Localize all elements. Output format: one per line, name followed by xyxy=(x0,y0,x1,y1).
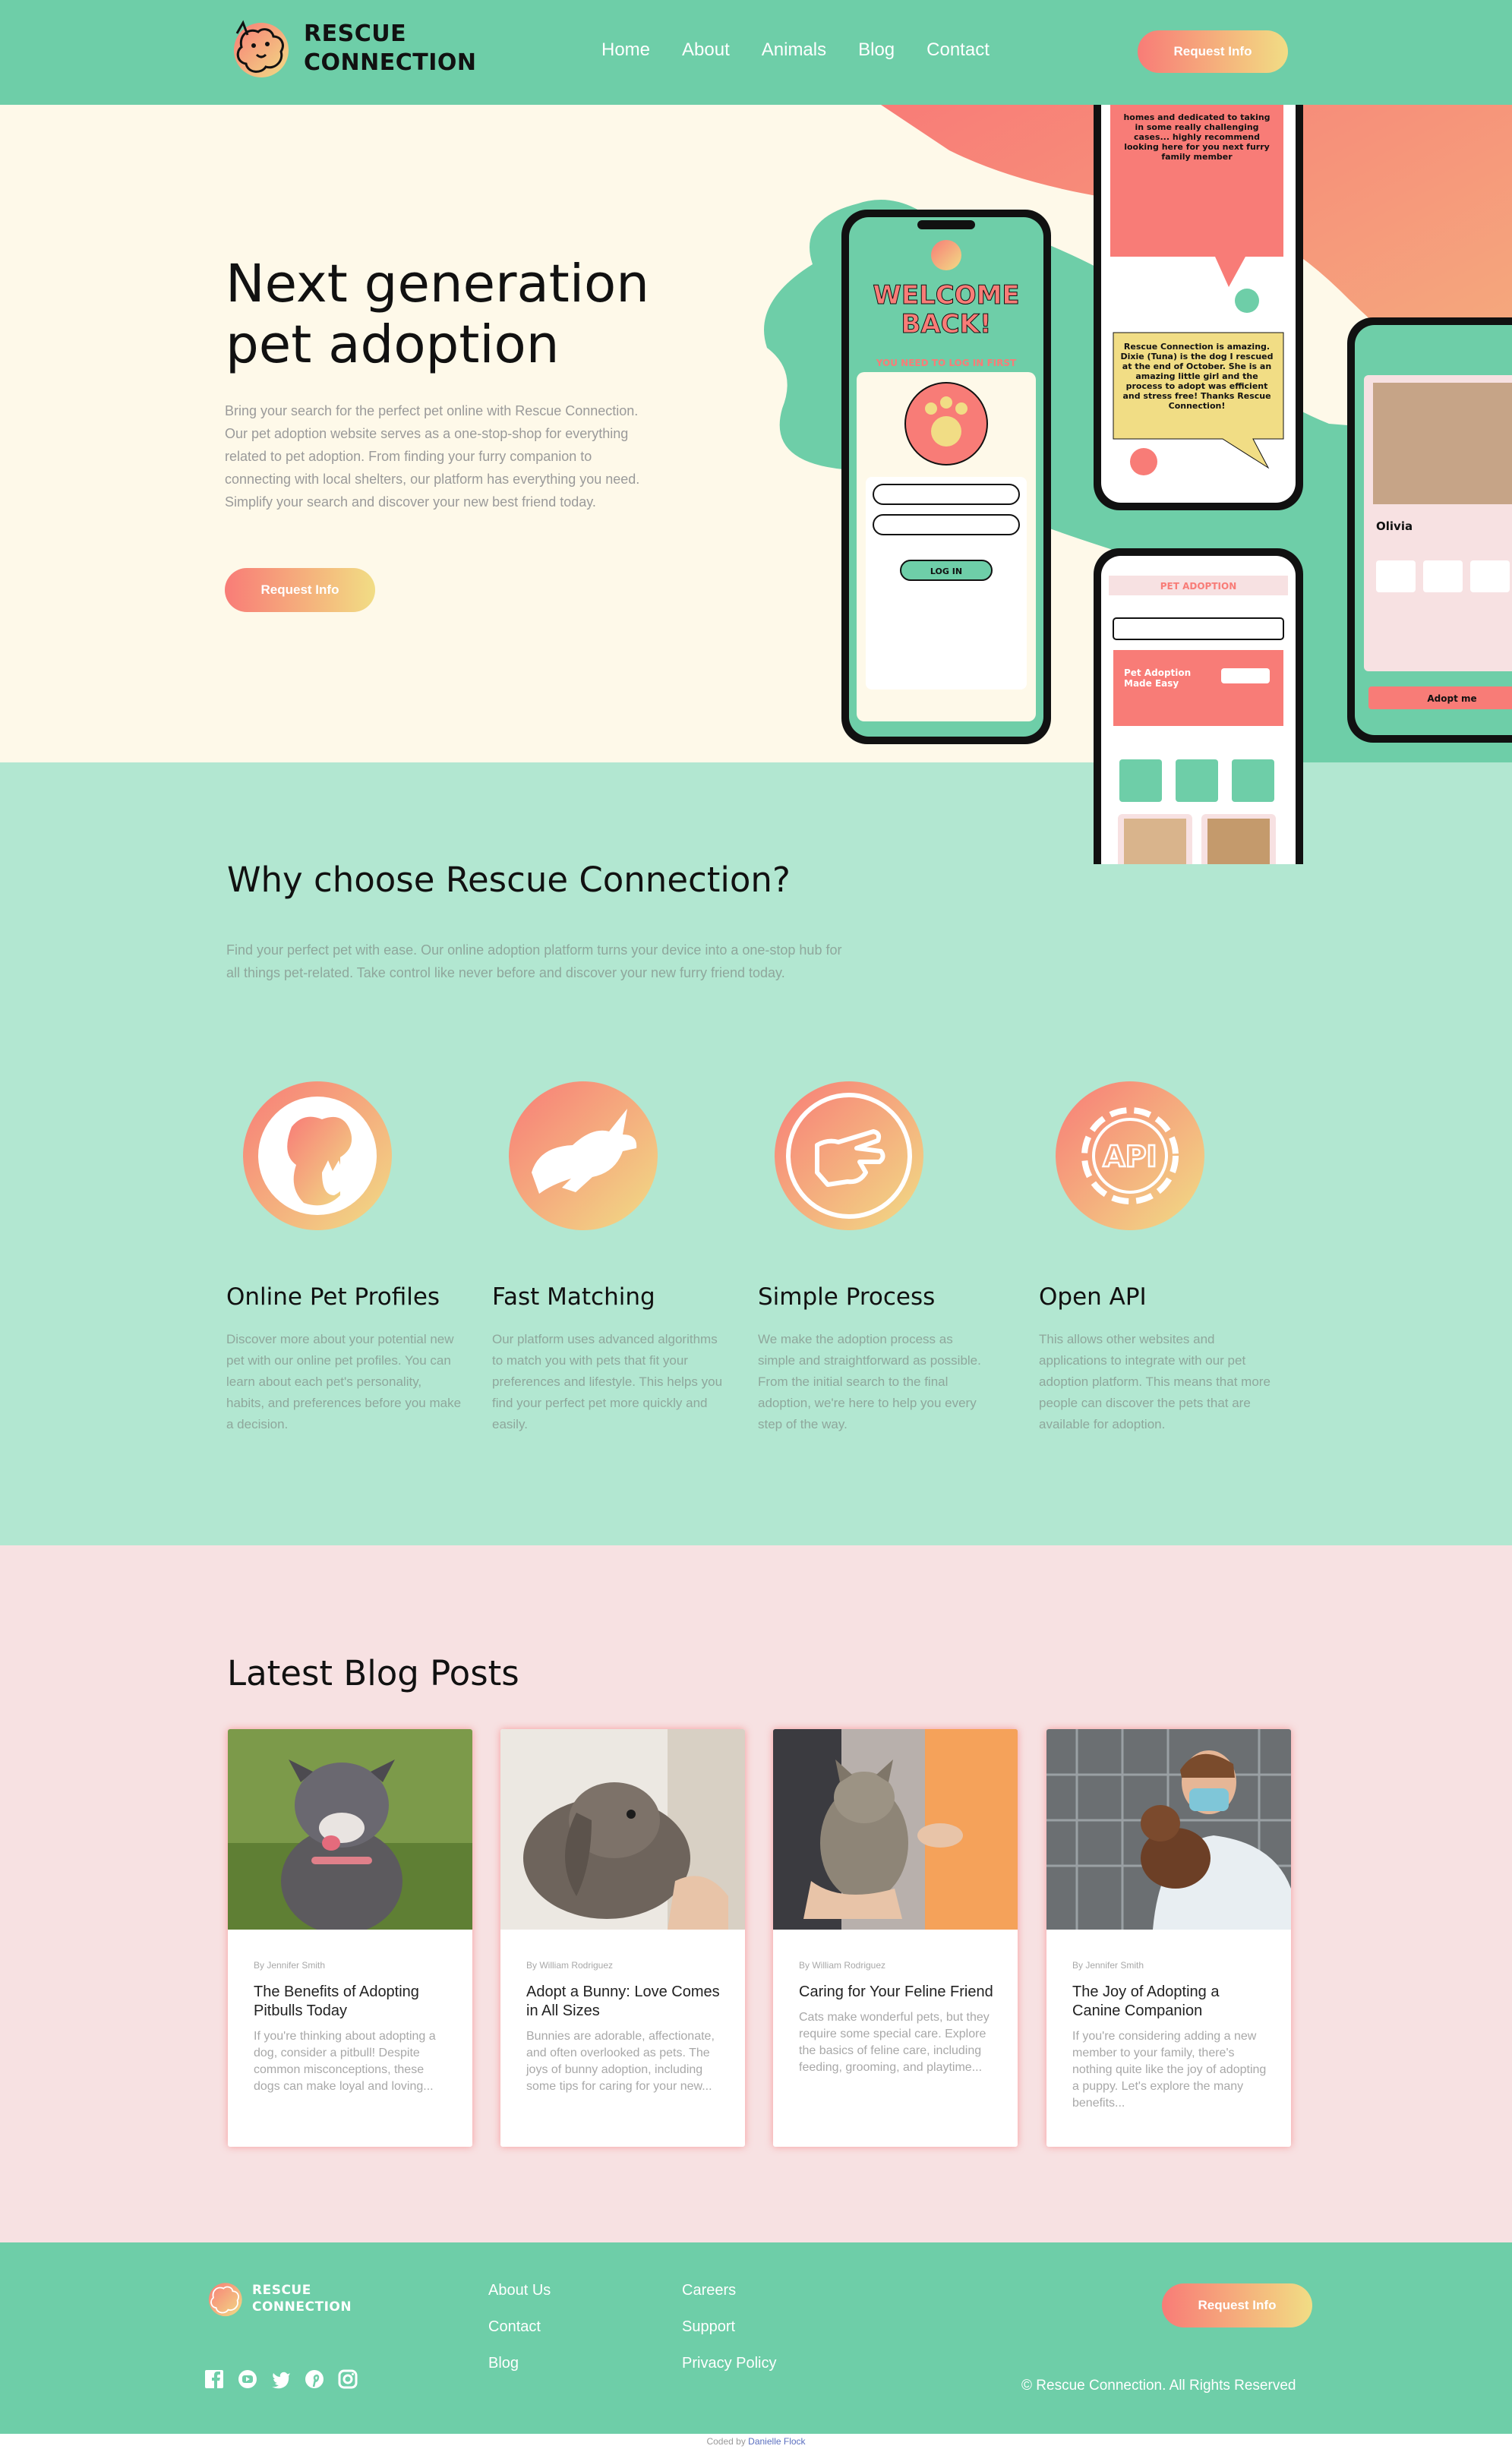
credit-bar: Coded by Danielle Flock xyxy=(0,2434,1512,2449)
footer-link-about-us[interactable]: About Us xyxy=(488,2282,551,2299)
svg-text:homes and dedicated to takingi: homes and dedicated to taking in some rea… xyxy=(1123,112,1270,162)
footer-link-contact[interactable]: Contact xyxy=(488,2318,551,2335)
rabbit-icon xyxy=(509,1081,658,1230)
site-header: RESCUE CONNECTION Home About Animals Blo… xyxy=(0,0,1512,105)
post-author: By William Rodriguez xyxy=(799,1960,886,1971)
blog-title: Latest Blog Posts xyxy=(227,1653,519,1693)
logo-line-1: RESCUE xyxy=(252,2283,311,2298)
nav-about[interactable]: About xyxy=(682,39,730,61)
feature-title: Online Pet Profiles xyxy=(226,1283,440,1311)
social-links xyxy=(204,2369,358,2390)
instagram-icon[interactable] xyxy=(337,2369,358,2390)
feature-text: We make the adoption process as simple a… xyxy=(758,1332,981,1431)
feature-fast-matching: Fast Matching Our platform uses advanced… xyxy=(492,1081,728,1435)
facebook-icon[interactable] xyxy=(204,2369,225,2390)
nav-animals[interactable]: Animals xyxy=(762,39,826,61)
svg-text:LOG IN: LOG IN xyxy=(930,566,962,576)
hero-description: Bring your search for the perfect pet on… xyxy=(225,403,640,510)
pointing-hand-icon xyxy=(775,1081,923,1230)
blog-card-feline[interactable]: By William Rodriguez Caring for Your Fel… xyxy=(773,1729,1018,2147)
blog-card-canine[interactable]: By Jennifer Smith The Joy of Adopting a … xyxy=(1046,1729,1291,2147)
footer-request-info-button[interactable]: Request Info xyxy=(1162,2283,1312,2327)
dog-cat-icon xyxy=(243,1081,392,1230)
credit-prefix: Coded by xyxy=(706,2436,746,2447)
feature-title: Simple Process xyxy=(758,1283,936,1311)
hero-title: Next generation pet adoption xyxy=(226,254,649,375)
nav-contact[interactable]: Contact xyxy=(926,39,990,61)
feature-online-pet-profiles: Online Pet Profiles Discover more about … xyxy=(226,1081,462,1435)
feature-title: Open API xyxy=(1039,1283,1147,1311)
blog-section: Latest Blog Posts By Jennifer Smith The … xyxy=(0,1545,1512,2242)
footer-link-privacy-policy[interactable]: Privacy Policy xyxy=(682,2355,776,2372)
vet-puppy-photo xyxy=(1046,1729,1291,1930)
feature-open-api: API Open API This allows other websites … xyxy=(1039,1081,1274,1435)
svg-text:YOU NEED TO LOG IN FIRST: YOU NEED TO LOG IN FIRST xyxy=(876,358,1017,368)
post-author: By Jennifer Smith xyxy=(1072,1960,1144,1971)
footer-logo-wordmark: RESCUE CONNECTION xyxy=(252,2282,352,2315)
feature-simple-process: Simple Process We make the adoption proc… xyxy=(758,1081,993,1435)
footer-link-support[interactable]: Support xyxy=(682,2318,776,2335)
credit-author-link[interactable]: Danielle Flock xyxy=(748,2436,805,2447)
post-title[interactable]: Caring for Your Feline Friend xyxy=(799,1983,995,2002)
youtube-icon[interactable] xyxy=(237,2369,258,2390)
blog-card-pitbulls[interactable]: By Jennifer Smith The Benefits of Adopti… xyxy=(228,1729,472,2147)
logo-line-1: RESCUE xyxy=(304,21,407,47)
profile-phone-mockup: Olivia Adopt me xyxy=(1347,317,1512,743)
cat-photo xyxy=(773,1729,1018,1930)
why-section: Why choose Rescue Connection? Find your … xyxy=(0,762,1512,1545)
why-title: Why choose Rescue Connection? xyxy=(227,860,791,900)
post-excerpt: If you're considering adding a new membe… xyxy=(1072,2030,1267,2110)
feature-text: Our platform uses advanced algorithms to… xyxy=(492,1332,723,1431)
post-title[interactable]: The Joy of Adopting a Canine Companion xyxy=(1072,1983,1268,2021)
main-nav: Home About Animals Blog Contact xyxy=(601,39,990,61)
login-phone-mockup: WELCOME BACK! YOU NEED TO LOG IN FIRST LO… xyxy=(841,210,1051,744)
post-title[interactable]: Adopt a Bunny: Love Comes in All Sizes xyxy=(526,1983,722,2021)
copyright-text: © Rescue Connection. All Rights Reserved xyxy=(1021,2378,1296,2394)
svg-text:Olivia: Olivia xyxy=(1376,519,1413,533)
site-logo[interactable]: RESCUE CONNECTION xyxy=(228,17,476,80)
api-gear-icon: API xyxy=(1056,1081,1204,1230)
feature-title: Fast Matching xyxy=(492,1283,655,1311)
hero-request-info-button[interactable]: Request Info xyxy=(225,568,375,612)
header-request-info-button[interactable]: Request Info xyxy=(1138,30,1288,73)
bunny-photo xyxy=(500,1729,745,1930)
post-excerpt: If you're thinking about adopting a dog,… xyxy=(254,2030,436,2093)
phone-mockups-illustration: WELCOME BACK! YOU NEED TO LOG IN FIRST LO… xyxy=(764,105,1512,864)
footer-link-careers[interactable]: Careers xyxy=(682,2282,776,2299)
svg-text:WELCOMEBACK!: WELCOME BACK! xyxy=(873,280,1019,339)
logo-line-2: CONNECTION xyxy=(304,49,477,76)
pitbull-photo xyxy=(228,1729,472,1930)
svg-text:Adopt me: Adopt me xyxy=(1427,693,1476,704)
api-icon-text: API xyxy=(1103,1140,1157,1173)
why-description: Find your perfect pet with ease. Our onl… xyxy=(226,942,842,980)
twitter-icon[interactable] xyxy=(270,2369,292,2390)
footer-link-blog[interactable]: Blog xyxy=(488,2355,551,2372)
post-author: By William Rodriguez xyxy=(526,1960,614,1971)
dog-cat-logo-icon xyxy=(234,20,289,77)
footer-links-column-1: About Us Contact Blog xyxy=(488,2282,551,2372)
nav-blog[interactable]: Blog xyxy=(858,39,895,61)
feature-text: Discover more about your potential new p… xyxy=(226,1332,462,1431)
svg-text:PET ADOPTION: PET ADOPTION xyxy=(1160,581,1237,592)
blog-card-bunny[interactable]: By William Rodriguez Adopt a Bunny: Love… xyxy=(500,1729,745,2147)
post-excerpt: Cats make wonderful pets, but they requi… xyxy=(799,2011,990,2074)
logo-line-2: CONNECTION xyxy=(252,2299,352,2315)
footer-links-column-2: Careers Support Privacy Policy xyxy=(682,2282,776,2372)
post-excerpt: Bunnies are adorable, affectionate, and … xyxy=(526,2030,715,2093)
logo-wordmark: RESCUE CONNECTION xyxy=(304,20,476,77)
nav-home[interactable]: Home xyxy=(601,39,650,61)
post-title[interactable]: The Benefits of Adopting Pitbulls Today xyxy=(254,1983,450,2021)
svg-text:Rescue Connection is amazing.D: Rescue Connection is amazing. Dixie (Tuna… xyxy=(1120,342,1273,411)
post-author: By Jennifer Smith xyxy=(254,1960,326,1971)
hero-section: Next generation pet adoption Bring your … xyxy=(0,105,1512,864)
svg-text:Pet AdoptionMade Easy: Pet Adoption Made Easy xyxy=(1124,667,1191,689)
dog-cat-logo-icon xyxy=(208,2283,242,2317)
reviews-phone-mockup: homes and dedicated to taking in some rea… xyxy=(1094,105,1303,510)
site-footer: RESCUE CONNECTION About Us Contact Blog … xyxy=(0,2242,1512,2434)
feature-text: This allows other websites and applicati… xyxy=(1039,1332,1271,1431)
footer-logo[interactable]: RESCUE CONNECTION xyxy=(205,2279,352,2318)
pinterest-icon[interactable] xyxy=(304,2369,325,2390)
